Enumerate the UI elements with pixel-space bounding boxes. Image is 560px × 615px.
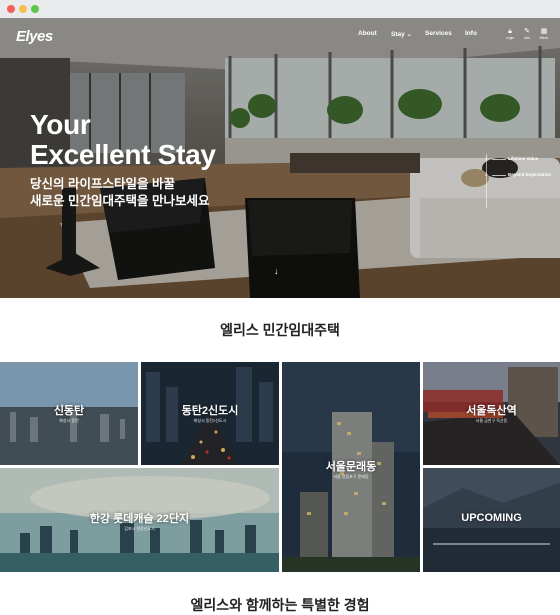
hero-slide-nav: 1 Lifetime Value 2 Beyond Expectation xyxy=(485,154,552,214)
experience-section-title: 엘리스와 함께하는 특별한 경험 xyxy=(190,597,370,613)
property-address: 화성시 동탄 xyxy=(59,418,79,423)
property-tile-upcoming[interactable]: UPCOMING xyxy=(423,468,560,572)
property-name: 동탄2신도시 xyxy=(181,405,239,417)
property-tile-dongtan2[interactable]: 동탄2신도시 화성시 동탄2신도시 xyxy=(141,362,279,465)
nav-stay-link[interactable]: Stay ⌄ xyxy=(391,30,412,38)
scroll-down-arrow-icon[interactable]: ↓ xyxy=(274,266,279,276)
property-name: UPCOMING xyxy=(461,512,522,524)
slide-nav-line-2 xyxy=(492,175,506,176)
login-label: Login xyxy=(505,36,515,40)
hero-title-line2: Excellent Stay xyxy=(30,139,216,170)
nav-about-link[interactable]: About xyxy=(358,30,377,37)
join-label: Join xyxy=(523,36,531,40)
property-address: 김포시 한강신도시 xyxy=(124,526,155,531)
nav-services-link[interactable]: Services xyxy=(425,30,452,37)
property-name: 신동탄 xyxy=(53,405,85,417)
hero-title-line1: Your xyxy=(30,109,91,140)
nav-stay-label: Stay xyxy=(391,31,405,38)
hero-title: Your Excellent Stay xyxy=(30,110,216,170)
nav-info-link[interactable]: Info xyxy=(465,30,477,37)
menu-label: Menu xyxy=(539,36,549,40)
property-name: 한강 롯데캐슬 22단지 xyxy=(89,513,190,525)
property-tile-hangang-lottecastle[interactable]: 한강 롯데캐슬 22단지 김포시 한강신도시 xyxy=(0,468,279,572)
close-window-dot[interactable] xyxy=(7,5,15,13)
property-tile-sindongtan[interactable]: 신동탄 화성시 동탄 xyxy=(0,362,138,465)
menu-button[interactable]: ▦ Menu xyxy=(537,28,551,40)
slide-nav-number-1[interactable]: 1 xyxy=(485,156,487,161)
slide-nav-label-2[interactable]: Beyond Expectation xyxy=(508,172,551,177)
lock-icon: 🔒︎ xyxy=(508,28,512,35)
pencil-icon: ✎ xyxy=(524,28,530,35)
minimize-window-dot[interactable] xyxy=(19,5,27,13)
property-tile-doksan[interactable]: 서울독산역 서울 금천구 독산동 xyxy=(423,362,560,465)
browser-toolbar xyxy=(0,0,560,18)
property-address: 서울 금천구 독산동 xyxy=(475,418,508,423)
slide-nav-number-2[interactable]: 2 xyxy=(485,172,487,177)
site-logo[interactable]: Elyes xyxy=(16,28,53,45)
property-name: 서울문래동 xyxy=(325,461,377,473)
property-address: 화성시 동탄2신도시 xyxy=(193,418,227,423)
property-address: 서울 영등포구 문래동 xyxy=(333,474,369,479)
login-button[interactable]: 🔒︎ Login xyxy=(503,28,517,40)
property-name: 서울독산역 xyxy=(466,405,517,417)
maximize-window-dot[interactable] xyxy=(31,5,39,13)
slide-nav-line-1 xyxy=(492,159,506,160)
slide-nav-track xyxy=(486,154,487,208)
property-tile-mullae[interactable]: 서울문래동 서울 영등포구 문래동 xyxy=(282,362,420,572)
hero-subtitle-line2: 새로운 민간임대주택을 만나보세요 xyxy=(30,194,210,208)
properties-section-title: 엘리스 민간임대주택 xyxy=(220,322,340,338)
join-button[interactable]: ✎ Join xyxy=(520,28,534,40)
hero-banner: Elyes About Stay ⌄ Services Info 🔒︎ Logi… xyxy=(0,18,560,298)
grid-menu-icon: ▦ xyxy=(540,28,548,35)
slide-nav-label-1[interactable]: Lifetime Value xyxy=(508,156,538,161)
chevron-down-icon: ⌄ xyxy=(406,31,412,38)
